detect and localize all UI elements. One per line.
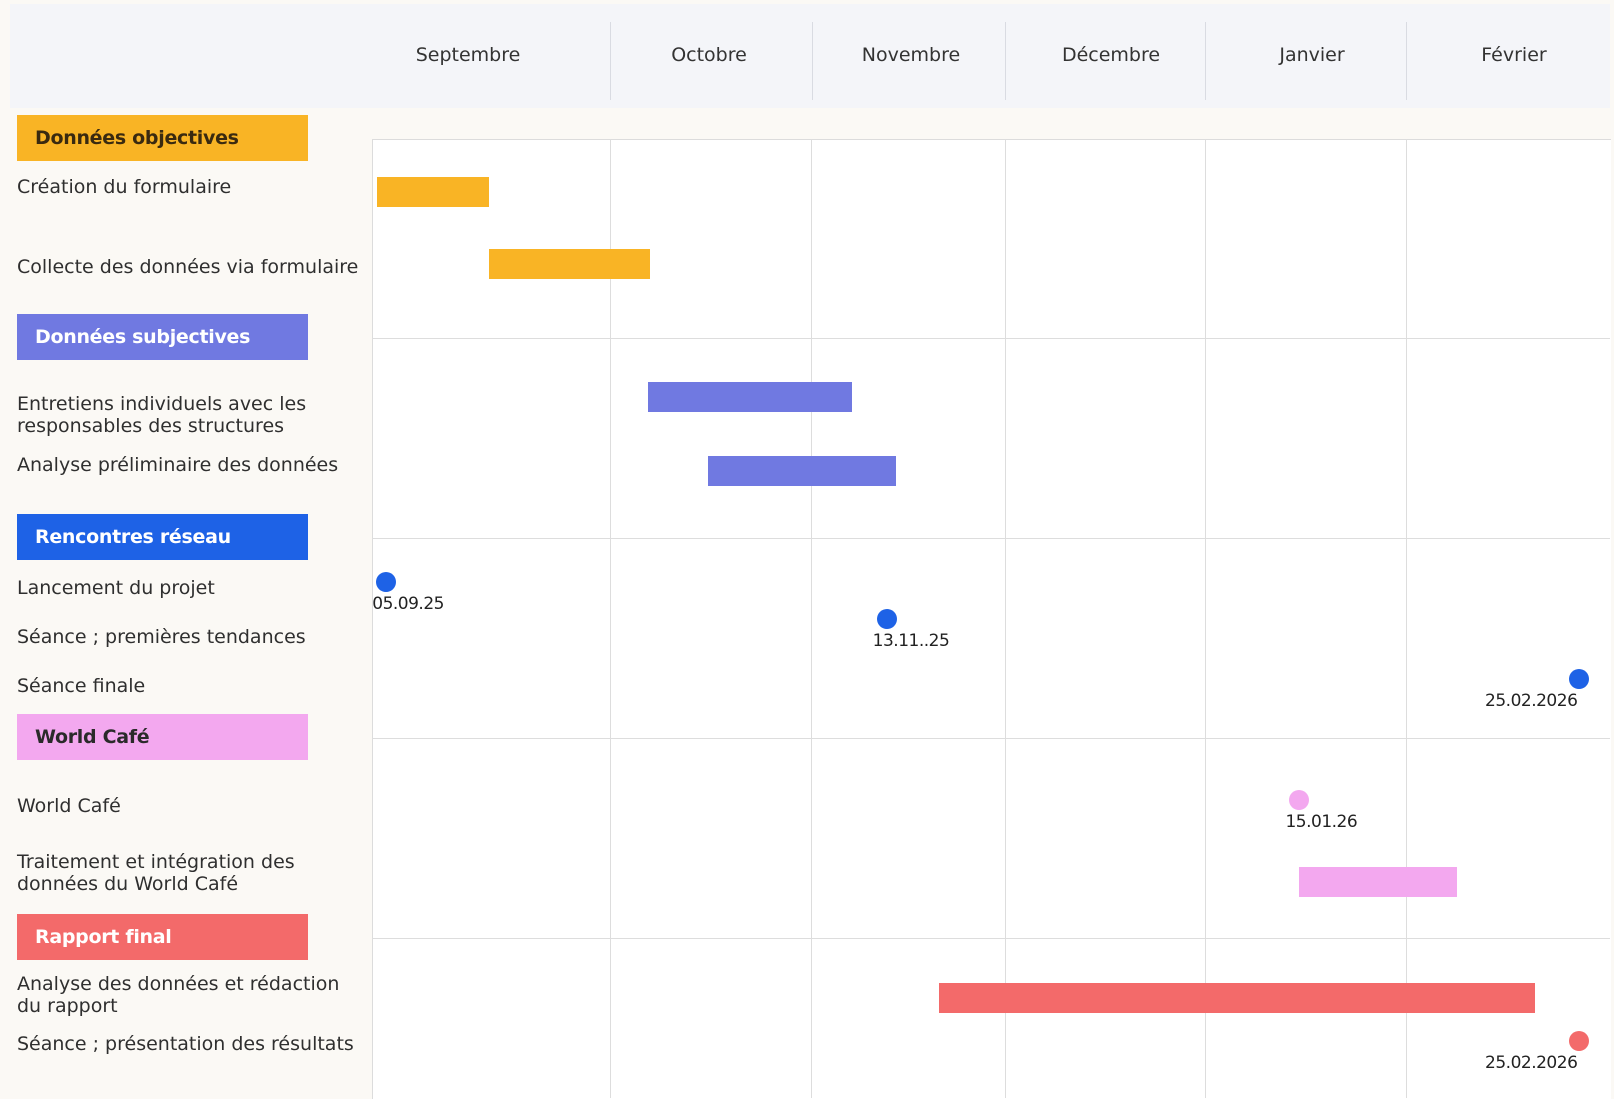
group-header-1: Données subjectives (17, 314, 308, 360)
month-header (10, 4, 1610, 108)
task-label: Séance ; premières tendances (17, 626, 306, 648)
month-label-5: Février (1481, 44, 1547, 66)
milestone-date-label: 13.11..25 (872, 631, 950, 651)
month-separator (1205, 22, 1206, 100)
task-label: Traitement et intégration des données du… (17, 851, 295, 895)
group-header-2: Rencontres réseau (17, 514, 308, 560)
vertical-gridline (1406, 139, 1407, 1098)
task-label: World Café (17, 795, 121, 817)
vertical-gridline (1205, 139, 1206, 1098)
month-separator (610, 22, 611, 100)
horizontal-gridline (372, 338, 1610, 339)
month-separator (812, 22, 813, 100)
milestone-date-label: 25.02.2026 (1485, 1053, 1578, 1073)
task-bar (488, 249, 651, 279)
task-bar (648, 382, 852, 412)
task-label: Lancement du projet (17, 577, 215, 599)
month-separator (1005, 22, 1006, 100)
month-label-0: Septembre (415, 44, 521, 66)
task-label: Création du formulaire (17, 176, 232, 198)
month-separator (1406, 22, 1407, 100)
horizontal-gridline (372, 538, 1610, 539)
task-label: Analyse des données et rédaction du rapp… (17, 973, 340, 1017)
milestone-date-label: 05.09.25 (372, 594, 444, 614)
vertical-gridline (811, 139, 812, 1098)
milestone-date-label: 15.01.26 (1285, 812, 1358, 832)
month-label-2: Novembre (861, 44, 961, 66)
task-label: Entretiens individuels avec les responsa… (17, 393, 307, 437)
task-label: Analyse préliminaire des données (17, 454, 339, 476)
task-bar (1299, 867, 1457, 897)
milestone-dot (876, 609, 897, 629)
month-label-3: Décembre (1061, 44, 1161, 66)
milestone-date-label: 25.02.2026 (1485, 691, 1578, 711)
task-label: Séance finale (17, 675, 146, 697)
task-label: Séance ; présentation des résultats (17, 1033, 354, 1055)
task-bar (376, 177, 489, 207)
group-header-3: World Café (17, 714, 308, 760)
horizontal-gridline (372, 738, 1610, 739)
group-header-4: Rapport final (17, 914, 308, 960)
gantt-chart: Septembre Octobre Novembre Décembre Janvier F… (0, 0, 1614, 1099)
month-label-4: Janvier (1279, 44, 1345, 66)
vertical-gridline (610, 139, 611, 1098)
task-bar (939, 983, 1535, 1013)
vertical-gridline (1005, 139, 1006, 1098)
plot-area (372, 139, 1611, 1099)
month-label-1: Octobre (671, 44, 747, 66)
group-header-0: Données objectives (17, 115, 308, 161)
horizontal-gridline (372, 938, 1610, 939)
task-label: Collecte des données via formulaire (17, 256, 359, 278)
task-bar (708, 456, 897, 486)
